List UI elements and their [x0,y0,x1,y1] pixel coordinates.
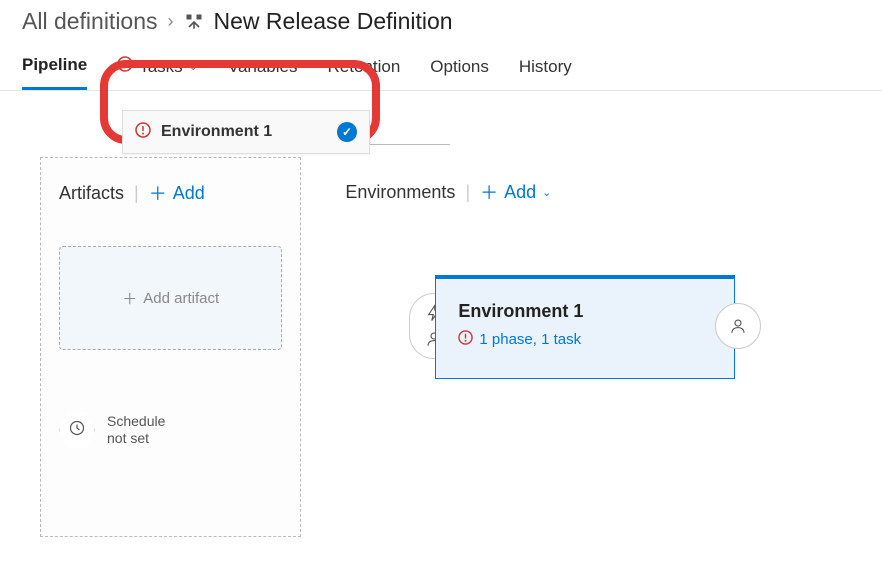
environment-card[interactable]: Environment 1 1 phase, 1 task [435,275,735,379]
chevron-down-icon: ⌄ [189,60,198,73]
environment-node[interactable]: Environment 1 1 phase, 1 task [435,275,735,379]
plus-icon: ＋ [122,288,137,309]
schedule-label: Schedule not set [107,413,165,447]
add-label: Add [173,183,205,204]
tab-variables[interactable]: Variables [228,49,298,90]
schedule-icon-hexagon [59,410,95,450]
user-icon [729,317,747,335]
check-circle-icon: ✓ [337,122,357,142]
environment-tab-pill[interactable]: Environment 1 ✓ [122,110,370,154]
artifacts-header: Artifacts | ＋ Add [59,180,282,206]
chevron-right-icon: › [168,11,174,32]
add-artifact-box[interactable]: ＋ Add artifact [59,246,282,350]
add-label: Add [504,182,536,203]
divider: | [134,183,139,204]
environments-pane: Environments | ＋ Add ⌄ Environment 1 1 p… [337,157,862,537]
page-title: New Release Definition [214,8,453,35]
environment-name: Environment 1 [458,301,712,322]
tab-bar: Pipeline Tasks ⌄ Variables Retention Opt… [0,39,882,91]
release-icon [184,12,204,32]
pipeline-canvas: Artifacts | ＋ Add ＋ Add artifact Schedul… [0,91,882,557]
environments-title: Environments [345,182,455,203]
tab-tasks[interactable]: Tasks ⌄ [117,49,198,90]
add-artifact-button[interactable]: ＋ Add [149,180,205,206]
tab-pipeline[interactable]: Pipeline [22,49,87,90]
plus-icon: ＋ [480,179,498,205]
clock-icon [69,420,85,440]
environment-subline[interactable]: 1 phase, 1 task [458,330,712,349]
tab-retention[interactable]: Retention [328,49,401,90]
phase-task-link[interactable]: 1 phase, 1 task [479,331,581,348]
tab-tasks-label: Tasks [139,57,182,77]
tab-options[interactable]: Options [430,49,489,90]
post-deployment-conditions[interactable] [715,303,761,349]
schedule-row[interactable]: Schedule not set [59,410,282,450]
artifacts-pane: Artifacts | ＋ Add ＋ Add artifact Schedul… [40,157,301,537]
chevron-down-icon: ⌄ [542,186,551,199]
tab-history[interactable]: History [519,49,572,90]
alert-icon [135,122,151,143]
divider: | [465,182,470,203]
alert-icon [458,330,473,349]
add-artifact-label: Add artifact [143,290,219,307]
environments-header: Environments | ＋ Add ⌄ [345,179,844,205]
artifacts-title: Artifacts [59,183,124,204]
alert-icon [117,56,133,77]
breadcrumb: All definitions › New Release Definition [0,0,882,39]
environment-pill-label: Environment 1 [161,123,327,141]
breadcrumb-all-definitions[interactable]: All definitions [22,8,158,35]
add-environment-button[interactable]: ＋ Add ⌄ [480,179,551,205]
plus-icon: ＋ [149,180,167,206]
